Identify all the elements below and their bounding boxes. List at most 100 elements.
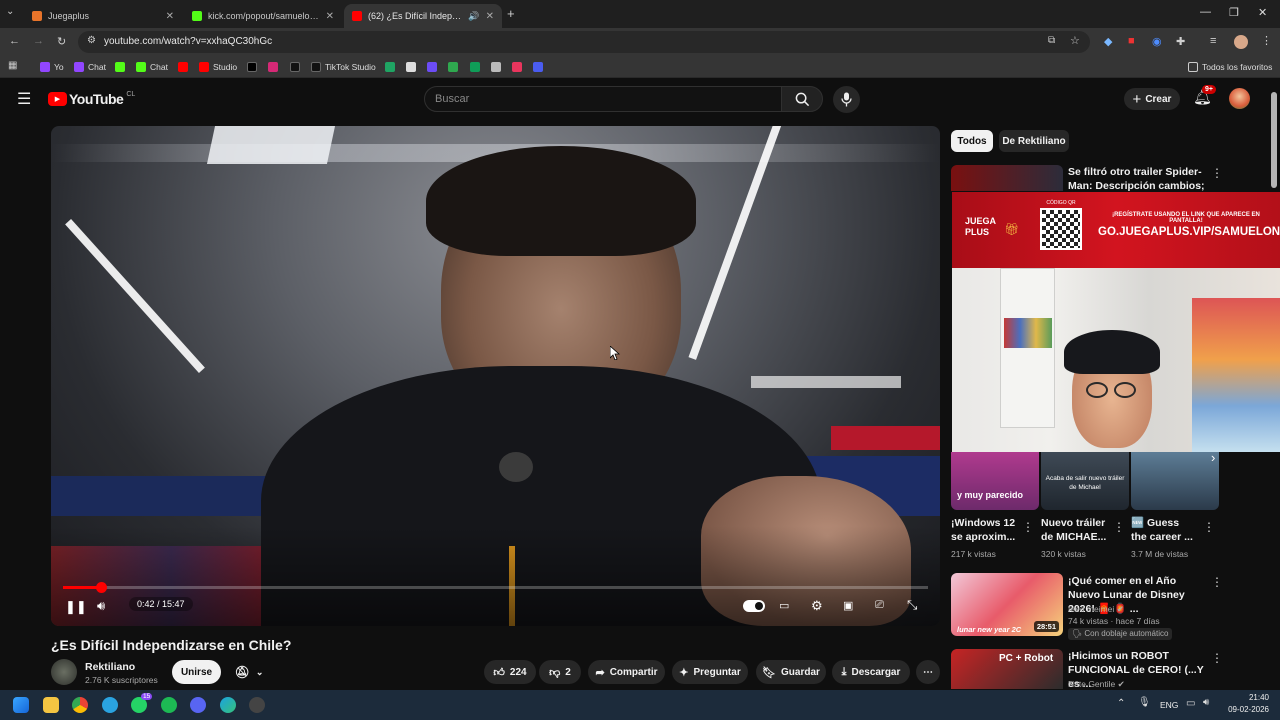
profile-avatar[interactable] <box>1234 35 1248 49</box>
page-scrollbar[interactable] <box>1271 92 1277 188</box>
bookmark-ext[interactable] <box>470 60 484 74</box>
chip-de-rektiliano[interactable]: De Rektiliano <box>999 130 1069 152</box>
windows-start-icon[interactable] <box>13 697 29 713</box>
tab-youtube[interactable]: (62) ¿Es Difícil Independizarse en Chile… <box>344 4 502 28</box>
extension-icon[interactable]: ◆ <box>1104 35 1112 48</box>
recommended-video-title[interactable]: Se filtró otro trailer Spider-Man: Descr… <box>1068 165 1206 193</box>
bookmark-drive[interactable] <box>385 60 399 74</box>
channel-line[interactable]: Nate Gentile ✔ <box>1068 678 1125 690</box>
bookmark-chat-twitch[interactable]: Chat <box>74 60 106 74</box>
bookmark-x[interactable] <box>247 60 261 74</box>
menu-kebab-icon[interactable]: ⋮ <box>1261 34 1272 47</box>
microphone-icon[interactable]: 🎙︎ <box>1138 697 1151 708</box>
cast-icon[interactable]: ⎚ <box>875 599 884 612</box>
tab-kick-chat[interactable]: kick.com/popout/samuelon/chat ✕ <box>184 4 342 28</box>
short-title[interactable]: Nuevo tráiler de MICHAE... <box>1041 516 1115 544</box>
chrome-icon[interactable] <box>72 697 88 713</box>
download-button[interactable]: ⤓ Descargar <box>832 660 910 684</box>
extension-icon[interactable]: ◉ <box>1152 35 1162 48</box>
apps-grid-icon[interactable]: ▦ <box>8 60 17 71</box>
bookmark-instagram[interactable] <box>268 60 282 74</box>
obs-icon[interactable] <box>249 697 265 713</box>
window-close-icon[interactable]: ✕ <box>1258 6 1267 19</box>
search-button[interactable] <box>781 86 823 112</box>
tab-search-icon[interactable]: ⌄ <box>6 6 14 17</box>
like-button[interactable]: 👍︎ 224 <box>484 660 536 684</box>
address-bar[interactable]: ⚙ youtube.com/watch?v=xxhaQC30hGc ⧉ ☆ <box>78 31 1090 53</box>
restore-icon[interactable]: ❐ <box>1229 6 1239 19</box>
bookmark-ext[interactable] <box>427 60 441 74</box>
extension-icon[interactable]: ■ <box>1128 35 1135 47</box>
discord-icon[interactable] <box>190 697 206 713</box>
search-input[interactable]: Buscar <box>424 86 782 112</box>
save-button[interactable]: 🔖︎ Guardar <box>756 660 826 684</box>
network-icon[interactable]: ▭ <box>1186 698 1195 709</box>
minimize-icon[interactable]: — <box>1200 6 1211 18</box>
subtitles-icon[interactable]: ▭ <box>779 599 789 612</box>
more-vertical-icon[interactable]: ⋮ <box>1211 575 1223 589</box>
bookmark-star-icon[interactable]: ☆ <box>1070 34 1080 47</box>
miniplayer-icon[interactable]: ▣ <box>843 599 853 612</box>
short-title[interactable]: ¡Windows 12 se aproxim... <box>951 516 1025 544</box>
channel-avatar[interactable] <box>51 659 77 685</box>
more-vertical-icon[interactable]: ⋮ <box>1211 651 1223 665</box>
chevron-up-icon[interactable]: ⌃ <box>1117 698 1125 709</box>
bookmark-ext[interactable] <box>512 60 526 74</box>
bookmark-ext[interactable] <box>406 60 420 74</box>
more-vertical-icon[interactable]: ⋮ <box>1203 520 1215 534</box>
forward-icon[interactable]: → <box>33 35 44 47</box>
notification-bell-button[interactable]: 🔕︎ ⌄ <box>226 660 272 684</box>
progress-bar[interactable] <box>63 582 928 593</box>
site-info-icon[interactable]: ⚙ <box>87 35 96 46</box>
voice-search-button[interactable] <box>833 86 860 113</box>
all-bookmarks[interactable]: Todos los favoritos <box>1188 60 1272 74</box>
file-explorer-icon[interactable] <box>43 697 59 713</box>
back-icon[interactable]: ← <box>9 35 20 47</box>
bookmark-studio[interactable]: Studio <box>199 60 237 74</box>
close-icon[interactable]: ✕ <box>486 11 494 22</box>
channel-line[interactable]: feed meimei ✔ <box>1068 603 1124 615</box>
pause-icon[interactable]: ❚❚ <box>65 599 87 615</box>
bookmark-youtube[interactable] <box>178 60 192 74</box>
more-vertical-icon[interactable]: ⋮ <box>1022 520 1034 534</box>
short-title[interactable]: 🆕 Guess the career ... <box>1131 516 1197 544</box>
more-actions-button[interactable]: ⋯ <box>916 660 940 684</box>
speaker-icon[interactable]: 🔊︎ <box>1203 697 1209 708</box>
fullscreen-icon[interactable]: ⤡ <box>907 597 917 613</box>
video-thumbnail[interactable] <box>951 165 1063 191</box>
create-button[interactable]: + Crear <box>1124 88 1180 110</box>
youtube-logo[interactable]: ▶ YouTube CL <box>48 91 135 107</box>
speaker-icon[interactable]: 🔊 <box>468 11 479 22</box>
video-thumbnail[interactable]: lunar new year 2C 28:51 <box>951 573 1063 636</box>
join-button[interactable]: Unirse <box>172 660 221 684</box>
short-thumbnail[interactable] <box>1131 452 1219 510</box>
new-tab-icon[interactable]: + <box>507 6 515 21</box>
install-icon[interactable]: ⧉ <box>1048 35 1055 46</box>
chip-todos[interactable]: Todos <box>951 130 993 152</box>
language-indicator[interactable]: ENG <box>1160 700 1178 710</box>
hamburger-menu-icon[interactable]: ☰ <box>17 89 31 109</box>
settings-gear-icon[interactable]: ⚙ <box>811 598 823 614</box>
volume-icon[interactable]: 🔊︎ <box>97 598 105 614</box>
extensions-puzzle-icon[interactable]: ✚ <box>1176 35 1185 48</box>
clock-time[interactable]: 21:40 <box>1225 693 1269 702</box>
close-icon[interactable]: ✕ <box>326 11 334 22</box>
reload-icon[interactable]: ↻ <box>57 35 66 48</box>
bookmark-ext[interactable] <box>491 60 505 74</box>
bookmark-kick[interactable] <box>115 60 129 74</box>
short-thumbnail[interactable]: y muy parecido <box>951 452 1039 510</box>
video-player[interactable]: ❚❚ 🔊︎ 0:42 / 15:47 ▭ ⚙ ▣ ⎚ ⤡ <box>51 126 940 626</box>
bookmark-tiktok[interactable] <box>290 60 304 74</box>
short-thumbnail[interactable]: Acaba de salir nuevo tráiler de Michael <box>1041 452 1129 510</box>
more-vertical-icon[interactable]: ⋮ <box>1113 520 1125 534</box>
share-button[interactable]: ➦ Compartir <box>588 660 665 684</box>
autoplay-toggle[interactable] <box>743 600 765 612</box>
spotify-icon[interactable] <box>161 697 177 713</box>
dislike-button[interactable]: 👎︎ 2 <box>539 660 581 684</box>
channel-name[interactable]: Rektiliano <box>85 661 135 673</box>
tab-juegaplus[interactable]: Juegaplus ✕ <box>24 4 182 28</box>
bookmark-tiktok-studio[interactable]: TikTok Studio <box>311 60 376 74</box>
chevron-right-icon[interactable]: › <box>1211 450 1215 465</box>
close-icon[interactable]: ✕ <box>166 11 174 22</box>
more-vertical-icon[interactable]: ⋮ <box>1211 166 1223 180</box>
